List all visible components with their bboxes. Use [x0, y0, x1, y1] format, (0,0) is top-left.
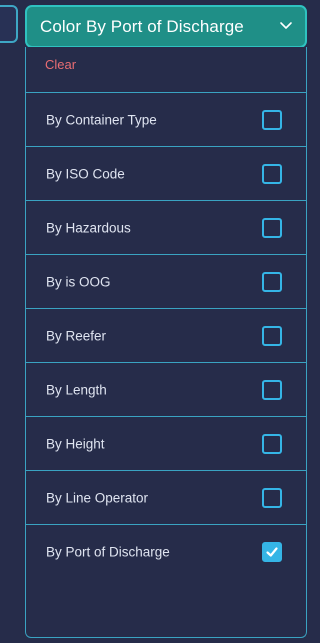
checkbox[interactable] [262, 163, 282, 184]
menu-item-hazardous[interactable]: By Hazardous [26, 201, 306, 255]
checkbox-checked[interactable] [262, 542, 282, 562]
menu-item-label: By Height [46, 436, 105, 451]
checkbox[interactable] [262, 325, 282, 346]
color-by-menu: Clear By Container Type By ISO Code By H… [25, 47, 307, 638]
menu-item-label: By Port of Discharge [46, 544, 170, 560]
page: Color By Port of Discharge Clear By Cont… [0, 0, 307, 643]
checkbox[interactable] [262, 217, 282, 238]
menu-item-reefer[interactable]: By Reefer [26, 309, 306, 363]
menu-item-label: By ISO Code [46, 166, 125, 181]
dropdown-label: Color By Port of Discharge [40, 16, 244, 36]
menu-item-length[interactable]: By Length [26, 363, 306, 417]
clear-option[interactable]: Clear [26, 47, 306, 93]
menu-item-label: By Length [46, 382, 107, 397]
checkbox[interactable] [262, 379, 282, 400]
checkbox[interactable] [262, 487, 282, 508]
menu-item-label: By Line Operator [46, 490, 149, 505]
checkbox[interactable] [262, 271, 282, 292]
menu-item-iso-code[interactable]: By ISO Code [26, 147, 306, 201]
menu-item-line-operator[interactable]: By Line Operator [26, 471, 306, 525]
clear-label: Clear [45, 57, 77, 72]
menu-item-is-oog[interactable]: By is OOG [26, 255, 306, 309]
checkbox[interactable] [262, 433, 282, 454]
menu-item-label: By Hazardous [46, 220, 131, 235]
color-by-dropdown-button[interactable]: Color By Port of Discharge [25, 5, 307, 48]
menu-item-label: By Reefer [46, 328, 107, 343]
menu-item-label: By is OOG [46, 274, 111, 289]
menu-item-port-of-discharge[interactable]: By Port of Discharge [26, 525, 306, 579]
chevron-down-icon [280, 22, 292, 29]
previous-control-edge[interactable] [0, 5, 18, 43]
menu-item-label: By Container Type [46, 112, 157, 127]
menu-item-height[interactable]: By Height [26, 417, 306, 471]
checkmark-icon [266, 547, 278, 557]
menu-item-container-type[interactable]: By Container Type [26, 93, 306, 147]
checkbox[interactable] [262, 109, 282, 130]
